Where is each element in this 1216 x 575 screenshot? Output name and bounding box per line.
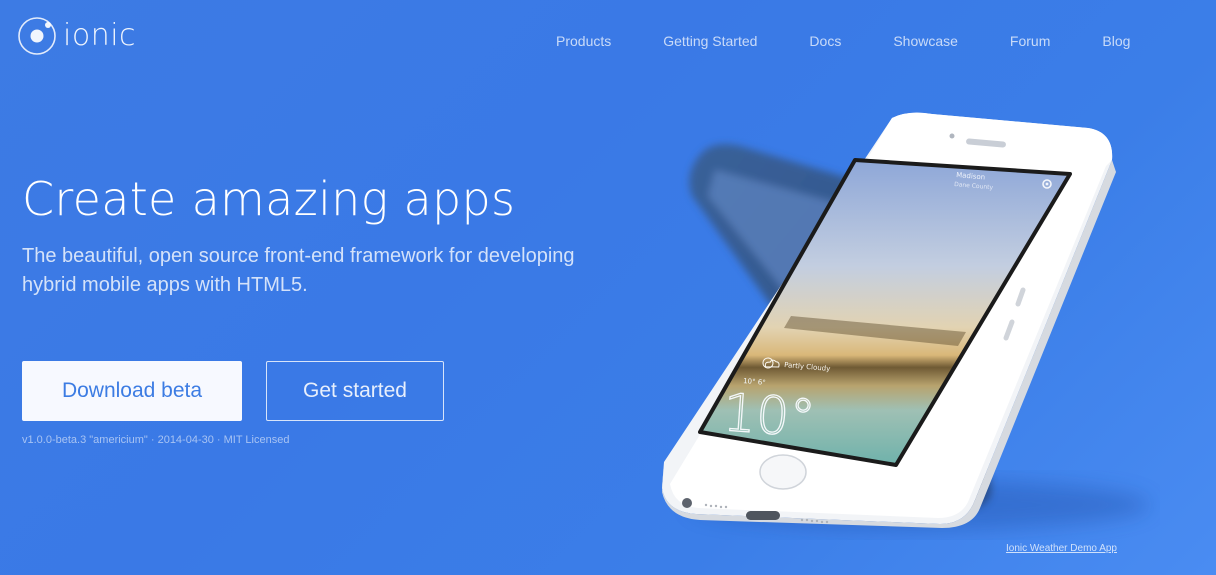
nav-item-forum[interactable]: Forum	[1010, 33, 1050, 49]
nav-item-products[interactable]: Products	[556, 33, 611, 49]
download-beta-button[interactable]: Download beta	[22, 361, 242, 421]
phone-temperature: 10°	[721, 383, 817, 449]
version-info: v1.0.0-beta.3 "americium" · 2014-04-30 ·…	[22, 434, 290, 446]
top-navigation: ionic Products Getting Started Docs Show…	[0, 0, 1216, 80]
nav-item-docs[interactable]: Docs	[809, 33, 841, 49]
get-started-button[interactable]: Get started	[266, 361, 444, 421]
brand-logo[interactable]: ionic	[17, 16, 136, 56]
main-nav: Products Getting Started Docs Showcase F…	[556, 33, 1130, 49]
nav-item-getting-started[interactable]: Getting Started	[663, 33, 757, 49]
ionic-logo-icon	[17, 16, 57, 56]
hero-title: Create amazing apps	[22, 172, 516, 226]
hero-subtitle: The beautiful, open source front-end fra…	[22, 245, 575, 296]
brand-name: ionic	[63, 18, 137, 53]
phone-showcase-image: Madison Dane County Partly Cloudy 10° 6°…	[640, 100, 1160, 540]
weather-demo-app-link[interactable]: Ionic Weather Demo App	[1006, 543, 1117, 554]
nav-item-showcase[interactable]: Showcase	[893, 33, 958, 49]
nav-item-blog[interactable]: Blog	[1102, 33, 1130, 49]
